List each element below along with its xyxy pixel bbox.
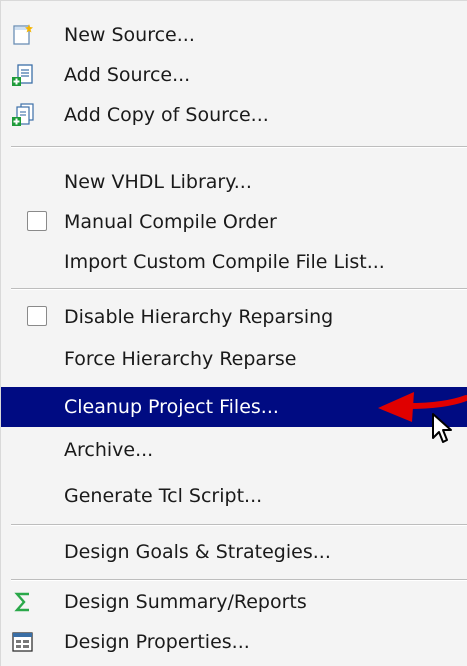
menu-item-label: Force Hierarchy Reparse [64, 348, 297, 370]
menu-item-import-custom-compile-file-list[interactable]: Import Custom Compile File List... [1, 242, 467, 282]
menu-item-label: Design Summary/Reports [64, 591, 307, 613]
menu-item-disable-hierarchy-reparsing[interactable]: Disable Hierarchy Reparsing [1, 297, 467, 337]
context-menu: New Source... Add Source... Add Copy of … [0, 0, 467, 666]
sigma-icon [14, 592, 29, 612]
menu-item-label: Design Goals & Strategies... [64, 541, 331, 563]
manual-compile-order-checkbox[interactable] [27, 211, 47, 231]
menu-item-label: New Source... [64, 24, 195, 46]
menu-item-cleanup-project-files[interactable]: Cleanup Project Files... [1, 387, 467, 427]
menu-item-add-copy-of-source[interactable]: Add Copy of Source... [1, 95, 467, 135]
menu-separator [11, 288, 467, 290]
menu-item-label: Disable Hierarchy Reparsing [64, 306, 334, 328]
menu-item-manual-compile-order[interactable]: Manual Compile Order [1, 202, 467, 242]
menu-item-label: Add Source... [64, 64, 191, 86]
menu-item-label: New VHDL Library... [64, 171, 252, 193]
menu-item-label: Generate Tcl Script... [64, 485, 263, 507]
menu-item-label: Manual Compile Order [64, 211, 277, 233]
menu-item-generate-tcl-script[interactable]: Generate Tcl Script... [1, 476, 467, 516]
menu-item-label: Import Custom Compile File List... [64, 251, 385, 273]
menu-item-force-hierarchy-reparse[interactable]: Force Hierarchy Reparse [1, 339, 467, 379]
menu-item-label: Cleanup Project Files... [64, 396, 279, 418]
menu-item-design-summary-reports[interactable]: Design Summary/Reports [1, 582, 467, 622]
menu-separator [11, 146, 467, 148]
menu-item-label: Add Copy of Source... [64, 104, 269, 126]
add-source-icon [12, 64, 33, 86]
menu-item-archive[interactable]: Archive... [1, 430, 467, 470]
new-source-icon [13, 24, 33, 45]
mouse-cursor-icon [432, 413, 452, 443]
menu-item-label: Archive... [64, 439, 154, 461]
menu-item-label: Design Properties... [64, 631, 250, 653]
properties-icon [12, 632, 33, 652]
menu-item-new-vhdl-library[interactable]: New VHDL Library... [1, 162, 467, 202]
menu-item-add-source[interactable]: Add Source... [1, 55, 467, 95]
menu-item-design-properties[interactable]: Design Properties... [1, 622, 467, 662]
add-copy-icon [12, 103, 34, 126]
menu-separator [11, 579, 467, 581]
menu-separator [11, 524, 467, 526]
menu-item-design-goals-strategies[interactable]: Design Goals & Strategies... [1, 532, 467, 572]
menu-item-new-source[interactable]: New Source... [1, 15, 467, 55]
disable-hierarchy-reparsing-checkbox[interactable] [27, 306, 47, 326]
